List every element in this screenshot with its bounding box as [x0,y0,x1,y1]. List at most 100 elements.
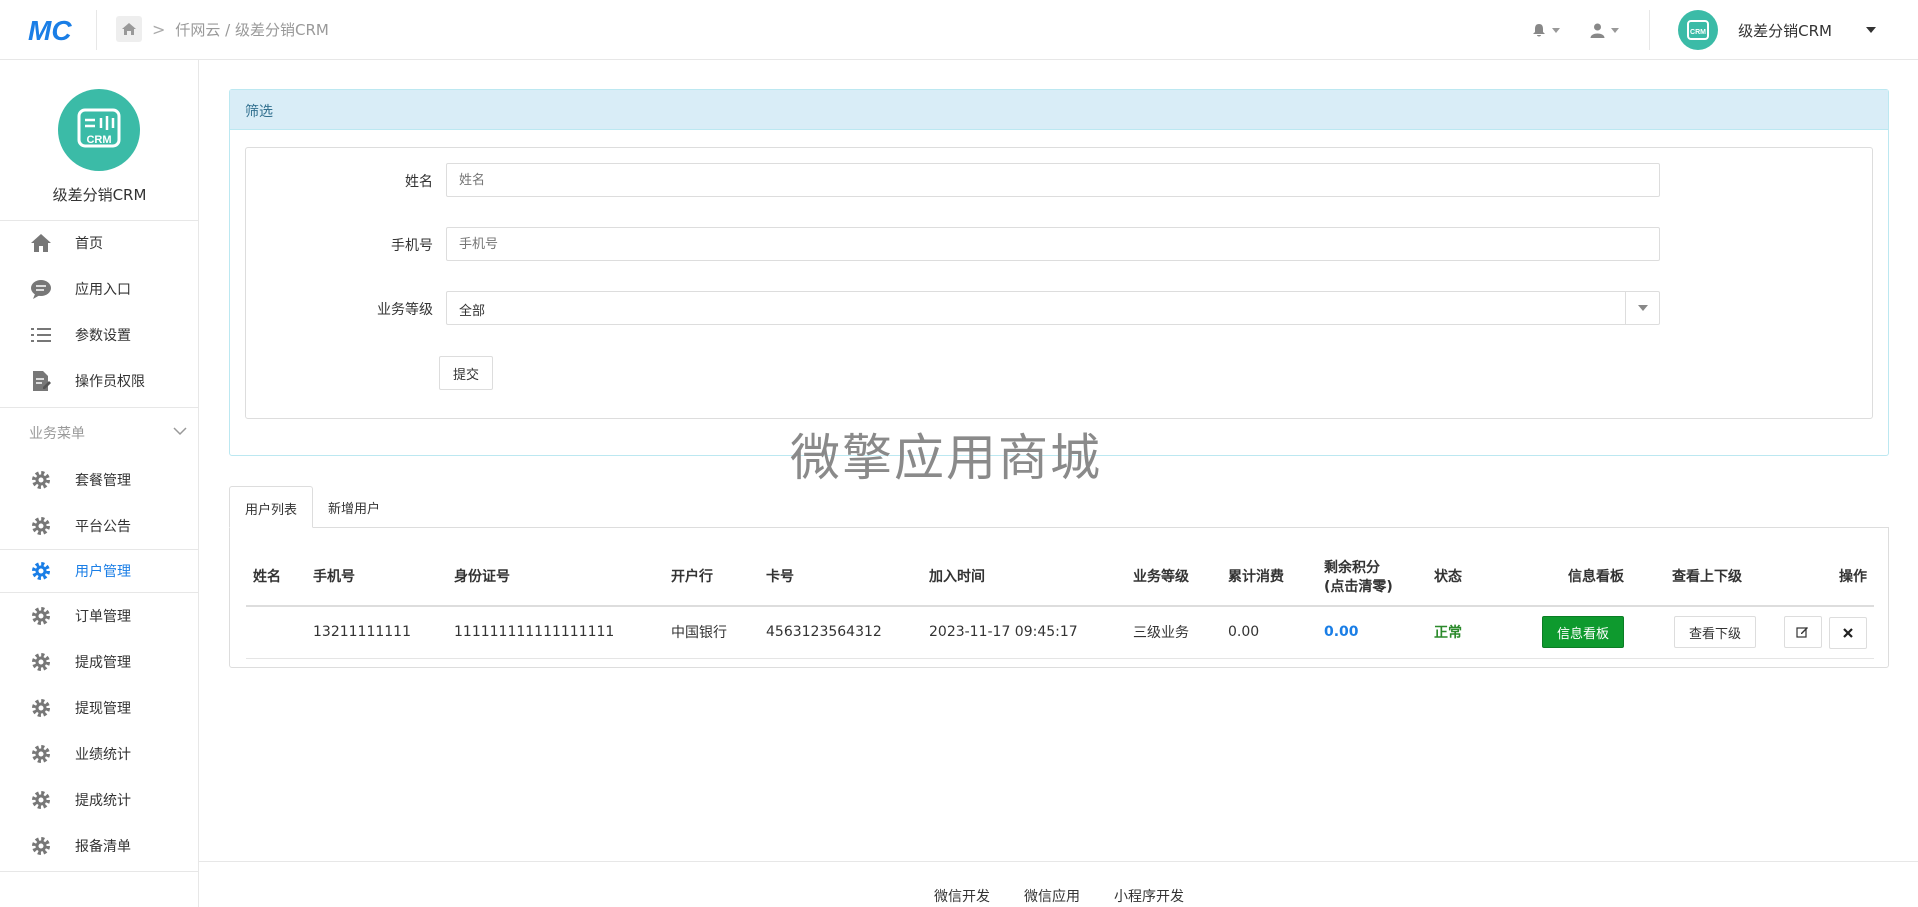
brand-logo: CRM [58,89,140,171]
filter-panel: 筛选 姓名 手机号 业务等级 全部 提交 [229,89,1889,456]
sidebar-item-performance-stats[interactable]: 业绩统计 [0,732,199,776]
footer-link-miniprogram-dev[interactable]: 小程序开发 [1114,886,1184,906]
gear-icon [29,788,53,812]
chevron-right-icon: > [152,19,166,39]
watermark: 微擎应用商城 [790,429,1102,487]
notifications-dropdown[interactable] [1532,23,1561,38]
status-badge: 正常 [1434,625,1462,642]
view-subordinates-button[interactable]: 查看下级 [1674,616,1756,649]
col-points: 剩余积分 (点击清零) [1317,550,1427,607]
name-input[interactable] [446,163,1660,197]
tab-add-user[interactable]: 新增用户 [313,486,395,528]
col-actions: 操作 [1770,550,1874,607]
sidebar-item-commission-management[interactable]: 提成管理 [0,640,199,684]
sidebar-item-label: 业绩统计 [75,747,131,763]
divider [0,871,199,872]
top-right-tools: CRM 级差分销CRM [1532,0,1918,60]
sidebar-item-withdrawal-management[interactable]: 提现管理 [0,686,199,730]
dashboard-button[interactable]: 信息看板 [1542,616,1624,649]
cell-bank: 中国银行 [664,606,759,659]
gear-icon [29,559,53,583]
document-edit-icon [29,369,53,393]
sidebar-group-business-menu[interactable]: 业务菜单 [0,407,199,457]
edit-icon [1796,627,1809,638]
gear-icon [29,514,53,538]
sidebar-item-settings[interactable]: 参数设置 [0,313,199,357]
sidebar-item-report-list[interactable]: 报备清单 [0,824,199,868]
app-logo[interactable]: MC [28,14,78,46]
filter-panel-title: 筛选 [230,90,1888,130]
footer-links: 微信开发 微信应用 小程序开发 [934,886,1184,906]
caret-down-icon [1611,27,1620,33]
delete-button[interactable] [1829,617,1867,649]
sidebar-item-label: 应用入口 [75,282,131,298]
col-status: 状态 [1427,550,1517,607]
sidebar-item-label: 提成管理 [75,655,131,671]
cell-level: 三级业务 [1126,606,1221,659]
col-card: 卡号 [759,550,922,607]
level-select-value: 全部 [459,304,486,319]
sidebar-item-label: 提现管理 [75,701,131,717]
cell-status: 正常 [1427,606,1517,659]
sidebar-item-label: 操作员权限 [75,374,145,390]
name-label: 姓名 [405,174,433,190]
phone-label: 手机号 [391,238,433,254]
user-icon [1590,23,1605,38]
edit-button[interactable] [1783,615,1822,648]
sidebar-item-app-entry[interactable]: 应用入口 [0,267,199,311]
user-table: 姓名 手机号 身份证号 开户行 卡号 加入时间 业务等级 累计消费 剩余积分 (… [246,550,1874,659]
col-phone: 手机号 [306,550,447,607]
user-dropdown[interactable] [1590,23,1620,38]
sidebar-item-user-management[interactable]: 用户管理 [0,549,199,593]
footer-link-wechat-apps[interactable]: 微信应用 [1024,886,1080,906]
breadcrumb: > 仟网云 / 级差分销CRM [116,16,329,42]
avatar[interactable]: CRM [1678,10,1719,50]
sidebar-group-label: 业务菜单 [29,425,85,442]
chat-icon [29,277,53,301]
svg-text:CRM: CRM [86,134,111,146]
phone-input[interactable] [446,227,1660,261]
footer-link-wechat-dev[interactable]: 微信开发 [934,886,990,906]
svg-text:CRM: CRM [1690,29,1706,36]
sidebar-brand: CRM 级差分销CRM [0,60,199,221]
close-icon [1843,628,1853,638]
points-clear-link[interactable]: 0.00 [1324,624,1359,640]
divider [1649,10,1651,50]
sidebar-item-package-management[interactable]: 套餐管理 [0,458,199,502]
sidebar-item-platform-announcements[interactable]: 平台公告 [0,504,199,548]
caret-down-icon [1552,27,1561,33]
home-icon[interactable] [116,16,142,42]
sidebar-item-label: 首页 [75,236,103,252]
sidebar-item-order-management[interactable]: 订单管理 [0,594,199,638]
col-bank: 开户行 [664,550,759,607]
col-dashboard: 信息看板 [1517,550,1631,607]
list-icon [29,323,53,347]
breadcrumb-text[interactable]: 仟网云 / 级差分销CRM [175,19,328,40]
sidebar-item-label: 报备清单 [75,839,131,855]
divider [96,10,97,50]
col-name: 姓名 [246,550,306,607]
table-row: 13211111111 111111111111111111 中国银行 4563… [246,606,1874,659]
cell-id-card: 111111111111111111 [447,606,664,659]
tab-bar: 用户列表 新增用户 [229,486,395,528]
cell-joined: 2023-11-17 09:45:17 [922,606,1126,659]
submit-button[interactable]: 提交 [439,356,493,390]
user-name[interactable]: 级差分销CRM [1738,20,1832,41]
sidebar-item-operator-permissions[interactable]: 操作员权限 [0,359,199,403]
sidebar-item-label: 平台公告 [75,519,131,535]
sidebar-item-label: 参数设置 [75,328,131,344]
sidebar-item-home[interactable]: 首页 [0,221,199,265]
tab-user-list[interactable]: 用户列表 [229,486,314,528]
divider [199,861,1918,862]
sidebar-item-commission-stats[interactable]: 提成统计 [0,778,199,822]
sidebar-item-label: 订单管理 [75,609,131,625]
gear-icon [29,468,53,492]
col-points-line1: 剩余积分 [1324,559,1380,576]
col-consumption: 累计消费 [1221,550,1317,607]
caret-down-icon[interactable] [1866,27,1876,33]
level-select[interactable]: 全部 [446,291,1660,325]
home-icon [29,231,53,255]
sidebar-item-label: 用户管理 [75,564,131,580]
col-relations: 查看上下级 [1631,550,1770,607]
cell-phone: 13211111111 [306,606,447,659]
